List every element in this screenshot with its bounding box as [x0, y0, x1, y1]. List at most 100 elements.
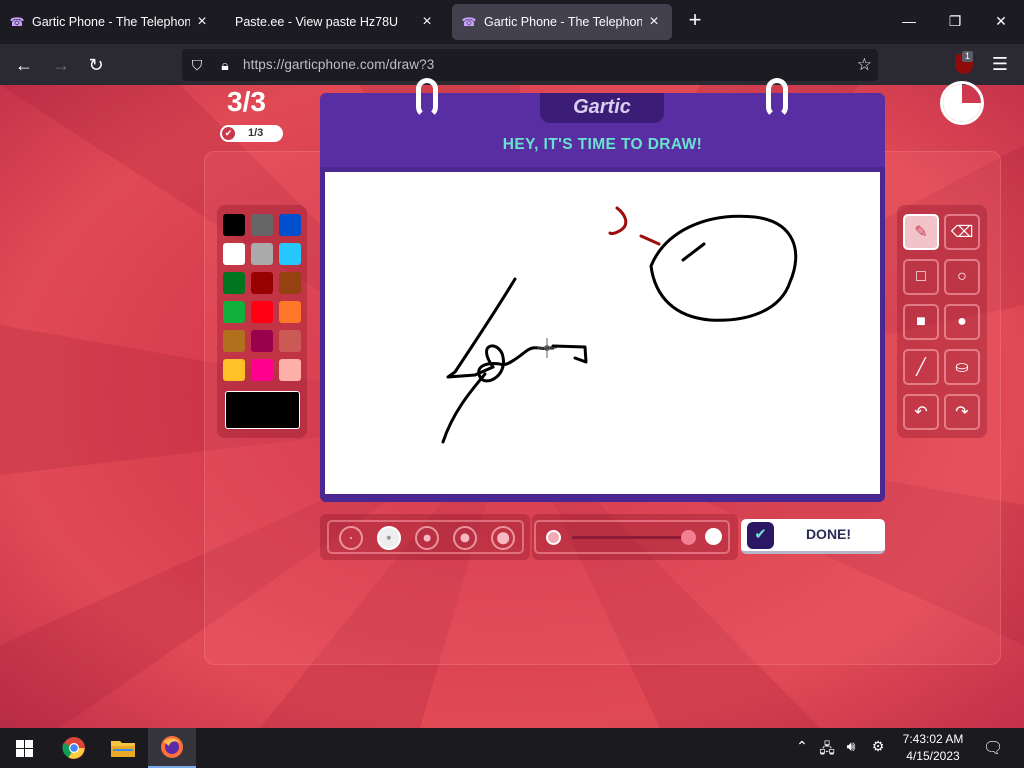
ellipse-fill-icon[interactable]: ● — [944, 304, 980, 340]
minimize-button[interactable]: — — [898, 10, 920, 32]
redo-icon[interactable]: ↷ — [944, 394, 980, 430]
browser-nav-bar: ← → ↻ ⛉ 🔒︎ https://garticphone.com/draw?… — [0, 44, 1024, 85]
players-done-text: 1/3 — [248, 127, 264, 139]
brush-size-5[interactable] — [491, 526, 515, 550]
bucket-icon[interactable]: ⛀ — [944, 349, 980, 385]
check-icon: ✔ — [747, 522, 774, 549]
tab-gartic-1[interactable]: ☎ Gartic Phone - The Telephone G × — [0, 4, 220, 40]
color-swatch[interactable] — [223, 214, 245, 236]
opacity-slider-track[interactable] — [572, 536, 689, 539]
color-swatch[interactable] — [251, 330, 273, 352]
extension-badge: 1 — [962, 51, 974, 62]
color-swatch[interactable] — [279, 214, 301, 236]
opacity-low-dot — [546, 530, 561, 545]
notebook-ring — [766, 78, 788, 118]
tool-panel: ✎ ⌫ □ ○ ■ ● ╱ ⛀ ↶ ↷ — [897, 205, 987, 438]
rectangle-fill-icon[interactable]: ■ — [903, 304, 939, 340]
system-clock[interactable]: 7:43:02 AM 4/15/2023 — [893, 731, 973, 765]
browser-tab-bar: ☎ Gartic Phone - The Telephone G × Paste… — [0, 0, 1024, 44]
color-swatch[interactable] — [279, 330, 301, 352]
windows-icon — [15, 739, 33, 757]
windows-taskbar: ⌃ 🖧︎ 🔊︎ ⚙ 7:43:02 AM 4/15/2023 🗨︎ — [0, 728, 1024, 768]
phone-icon: ☎ — [9, 15, 25, 29]
brush-dot — [423, 534, 431, 542]
brush-dot — [350, 537, 352, 539]
new-tab-button[interactable]: + — [684, 9, 706, 32]
url-bar[interactable]: ⛉ 🔒︎ https://garticphone.com/draw?3 ☆ — [182, 49, 878, 81]
color-swatch[interactable] — [223, 243, 245, 265]
brush-dot — [386, 535, 392, 541]
reload-button[interactable]: ↻ — [84, 53, 108, 77]
color-palette — [217, 205, 307, 438]
clock-time: 7:43:02 AM — [902, 732, 964, 746]
url-text[interactable]: https://garticphone.com/draw?3 — [243, 57, 434, 72]
close-icon[interactable]: × — [419, 13, 435, 31]
color-swatch[interactable] — [251, 272, 273, 294]
color-swatch[interactable] — [251, 243, 273, 265]
hamburger-menu-icon[interactable]: ☰ — [990, 54, 1010, 74]
back-button[interactable]: ← — [12, 53, 36, 77]
tab-title: Paste.ee - View paste Hz78U — [235, 15, 399, 29]
color-swatch[interactable] — [223, 330, 245, 352]
clock-date: 4/15/2023 — [906, 749, 960, 763]
players-done-pill: ✔ 1/3 — [220, 125, 283, 142]
brush-size-3[interactable] — [415, 526, 439, 550]
gartic-logo: Gartic — [540, 93, 664, 123]
color-swatch[interactable] — [279, 359, 301, 381]
color-swatch[interactable] — [223, 301, 245, 323]
stroke — [551, 344, 588, 364]
color-swatch[interactable] — [279, 301, 301, 323]
chrome-icon — [62, 737, 85, 759]
color-swatch[interactable] — [279, 243, 301, 265]
stroke — [681, 242, 706, 262]
stroke — [649, 214, 798, 322]
round-counter: 3/3 — [227, 86, 266, 117]
volume-icon[interactable]: 🔊︎ — [842, 738, 860, 755]
done-button[interactable]: ✔ DONE! — [741, 519, 885, 554]
drawing-canvas[interactable] — [325, 172, 880, 492]
stroke — [639, 234, 661, 246]
close-icon[interactable]: × — [646, 13, 662, 31]
firefox-taskbar-button[interactable] — [148, 728, 196, 768]
tab-title: Gartic Phone - The Telephone G — [484, 15, 642, 29]
tab-paste[interactable]: Paste.ee - View paste Hz78U × — [225, 4, 445, 40]
shield-icon[interactable]: ⛉ — [188, 56, 206, 74]
phone-icon: ☎ — [461, 15, 477, 29]
chrome-taskbar-button[interactable] — [50, 728, 98, 768]
color-swatch[interactable] — [223, 272, 245, 294]
undo-icon[interactable]: ↶ — [903, 394, 939, 430]
pencil-icon[interactable]: ✎ — [903, 214, 939, 250]
brush-size-4[interactable] — [453, 526, 477, 550]
close-window-button[interactable]: ✕ — [990, 10, 1012, 32]
restore-button[interactable]: ❐ — [944, 10, 966, 32]
line-icon[interactable]: ╱ — [903, 349, 939, 385]
brush-size-1[interactable] — [339, 526, 363, 550]
lock-icon[interactable]: 🔒︎ — [216, 56, 234, 74]
close-icon[interactable]: × — [194, 13, 210, 31]
rectangle-outline-icon[interactable]: □ — [903, 259, 939, 295]
brush-dot — [460, 533, 470, 543]
tab-gartic-2[interactable]: ☎ Gartic Phone - The Telephone G × — [452, 4, 672, 40]
notification-icon[interactable]: 🗨︎ — [983, 738, 1003, 758]
brush-size-bar — [320, 514, 530, 560]
stroke — [608, 206, 628, 236]
chevron-up-icon[interactable]: ⌃ — [793, 738, 811, 755]
file-explorer-taskbar-button[interactable] — [99, 728, 147, 768]
opacity-slider-handle[interactable] — [681, 530, 696, 545]
opacity-high-dot — [705, 528, 722, 545]
eraser-icon[interactable]: ⌫ — [944, 214, 980, 250]
bookmark-star-icon[interactable]: ☆ — [857, 55, 872, 75]
color-swatch[interactable] — [279, 272, 301, 294]
network-icon[interactable]: 🖧︎ — [818, 738, 836, 762]
color-swatch[interactable] — [251, 214, 273, 236]
stroke — [441, 372, 487, 444]
settings-gear-icon[interactable]: ⚙ — [869, 738, 887, 755]
color-swatch[interactable] — [251, 301, 273, 323]
color-swatch[interactable] — [223, 359, 245, 381]
brush-size-2[interactable] — [377, 526, 401, 550]
forward-button[interactable]: → — [49, 53, 73, 77]
start-button[interactable] — [0, 728, 48, 768]
ellipse-outline-icon[interactable]: ○ — [944, 259, 980, 295]
color-swatch[interactable] — [251, 359, 273, 381]
done-label: DONE! — [805, 526, 852, 542]
